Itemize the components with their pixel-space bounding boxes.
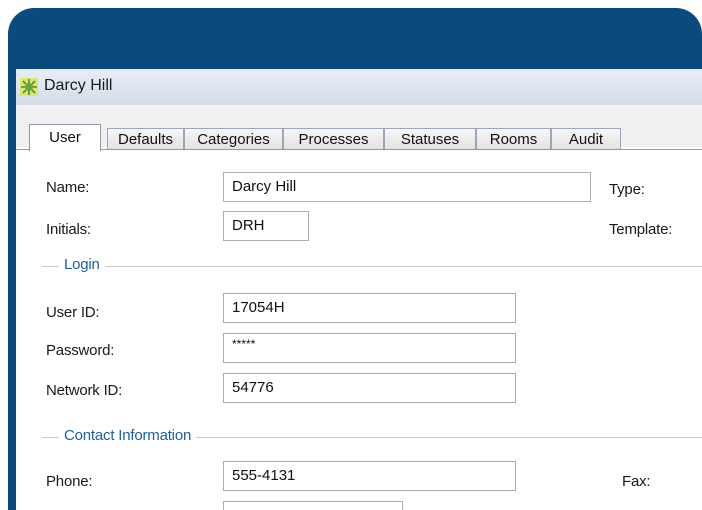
initials-label: Initials: <box>46 221 91 238</box>
fax-label: Fax: <box>622 473 651 490</box>
template-label: Template: <box>609 221 673 238</box>
tab-user[interactable]: User <box>29 124 101 151</box>
login-group-title: Login <box>59 256 105 273</box>
contact-group-title: Contact Information <box>59 427 197 444</box>
user-window: Darcy Hill User Defaults Categories Proc… <box>16 69 702 510</box>
login-group-border <box>42 266 702 267</box>
user-id-field[interactable]: 17054H <box>223 293 516 323</box>
phone-label: Phone: <box>46 473 93 490</box>
tab-divider <box>16 149 702 150</box>
name-field[interactable]: Darcy Hill <box>223 172 591 202</box>
password-field[interactable]: ***** <box>223 333 516 363</box>
initials-field[interactable]: DRH <box>223 211 309 241</box>
phone-field[interactable]: 555-4131 <box>223 461 516 491</box>
password-label: Password: <box>46 342 115 359</box>
network-id-label: Network ID: <box>46 382 123 399</box>
tab-defaults[interactable]: Defaults <box>107 128 184 149</box>
address-field-partial[interactable] <box>223 501 403 510</box>
title-bar: Darcy Hill <box>16 69 702 106</box>
tab-audit[interactable]: Audit <box>551 128 621 149</box>
user-card-icon <box>20 78 38 96</box>
network-id-field[interactable]: 54776 <box>223 373 516 403</box>
user-tab-panel <box>16 150 702 510</box>
tab-processes[interactable]: Processes <box>283 128 384 149</box>
name-label: Name: <box>46 179 90 196</box>
window-title: Darcy Hill <box>44 77 113 94</box>
tab-rooms[interactable]: Rooms <box>476 128 551 149</box>
type-label: Type: <box>609 181 645 198</box>
tab-statuses[interactable]: Statuses <box>384 128 476 149</box>
user-id-label: User ID: <box>46 304 100 321</box>
tab-categories[interactable]: Categories <box>184 128 283 149</box>
